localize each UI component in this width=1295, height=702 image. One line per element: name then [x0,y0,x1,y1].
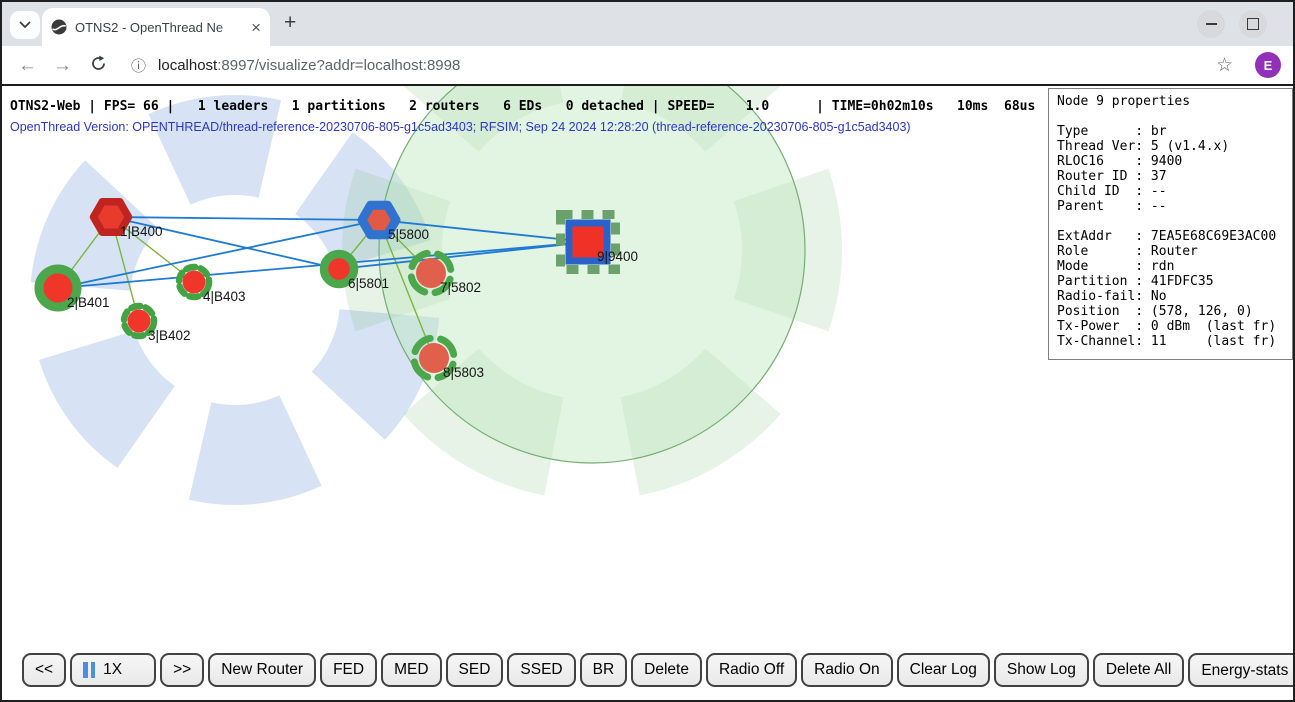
back-icon[interactable]: ← [18,56,37,75]
node-label-5: 5|5800 [388,227,429,242]
profile-avatar[interactable]: E [1255,52,1281,78]
navigation-bar: ← → ⓘ localhost:8997/visualize?addr=loca… [2,46,1293,86]
otns-canvas: 1|B400 2|B401 3|B402 4|B403 5|5800 6|5801 7|58… [2,86,1293,700]
url-bar[interactable]: localhost:8997/visualize?addr=localhost:… [158,57,460,74]
speed-up-button-label: >> [173,661,191,679]
delete-all-button-label: Delete All [1106,661,1171,679]
node-label-9: 9|9400 [597,249,638,264]
new-ssed-button-label: SSED [520,661,562,679]
maximize-button[interactable] [1239,10,1267,38]
node-label-7: 7|5802 [440,280,481,295]
speed-up-button[interactable]: >> [160,653,204,687]
partition-wheel-segment [39,331,175,468]
speed-button[interactable]: 1X [70,653,156,687]
action-toolbar: << 1X >> New Router FED MED SED SSED BR Delete Rad… [22,653,1293,687]
new-sed-button-label: SED [459,661,491,679]
site-info-icon[interactable]: ⓘ [131,55,146,76]
pause-icon [83,662,98,678]
node-properties-title: Node 9 properties [1057,94,1190,109]
node-label-3: 3|B402 [148,328,191,343]
clear-log-button[interactable]: Clear Log [897,653,990,687]
radio-off-button-label: Radio Off [719,661,784,679]
tab-search-button[interactable] [10,11,40,39]
minimize-button[interactable] [1197,10,1225,38]
energy-stats-button[interactable]: Energy-stats ↗ [1188,653,1293,687]
browser-window: OTNS2 - OpenThread Ne × + ← → ⓘ localhos… [0,0,1295,702]
new-fed-button[interactable]: FED [320,653,377,687]
globe-favicon-icon [51,19,67,35]
energy-stats-button-label: Energy-stats ↗ [1201,661,1293,680]
new-fed-button-label: FED [333,661,364,679]
node-properties-lines: Type : br Thread Ver: 5 (v1.4.x) RLOC16 … [1057,124,1276,349]
delete-button-label: Delete [644,661,689,679]
radio-off-button[interactable]: Radio Off [706,653,797,687]
node-label-6: 6|5801 [348,276,389,291]
refresh-icon[interactable] [90,55,107,76]
tab-title: OTNS2 - OpenThread Ne [75,20,249,35]
url-path: :8997/visualize?addr=localhost:8998 [217,57,460,74]
new-ssed-button[interactable]: SSED [507,653,575,687]
node-label-8: 8|5803 [443,365,484,380]
url-host: localhost [158,57,217,74]
speed-button-label: 1X [103,661,122,679]
node-label-1: 1|B400 [120,224,163,239]
simulation-status-line: OTNS2-Web | FPS= 66 | 1 leaders 1 partit… [10,99,1035,114]
openthread-version-line: OpenThread Version: OPENTHREAD/thread-re… [10,120,911,134]
tab-strip: OTNS2 - OpenThread Ne × + [2,2,1293,46]
new-med-button-label: MED [394,661,428,679]
forward-icon[interactable]: → [53,56,72,75]
speed-down-button-label: << [35,661,53,679]
new-br-button-label: BR [593,661,615,679]
maximize-icon [1247,18,1259,30]
radio-on-button-label: Radio On [814,661,879,679]
new-med-button[interactable]: MED [381,653,441,687]
node-label-2: 2|B401 [67,295,110,310]
tab-active[interactable]: OTNS2 - OpenThread Ne × [42,8,270,46]
node-label-4: 4|B403 [203,289,246,304]
show-log-button[interactable]: Show Log [994,653,1089,687]
tab-close-icon[interactable]: × [251,19,261,36]
refresh-glyph-icon [90,55,107,72]
new-router-button-label: New Router [221,661,303,679]
bookmark-star-icon[interactable]: ☆ [1216,54,1233,77]
minimize-icon [1206,23,1217,25]
speed-down-button[interactable]: << [22,653,66,687]
new-br-button[interactable]: BR [580,653,628,687]
chevron-down-icon [19,21,31,29]
new-sed-button[interactable]: SED [446,653,504,687]
delete-all-button[interactable]: Delete All [1093,653,1184,687]
new-router-button[interactable]: New Router [208,653,316,687]
clear-log-button-label: Clear Log [910,661,977,679]
delete-button[interactable]: Delete [631,653,702,687]
radio-on-button[interactable]: Radio On [801,653,892,687]
show-log-button-label: Show Log [1007,661,1076,679]
node-properties-panel: Node 9 properties Type : br Thread Ver: … [1048,88,1293,360]
partition-wheel-segment [189,395,322,505]
new-tab-button[interactable]: + [284,11,296,35]
